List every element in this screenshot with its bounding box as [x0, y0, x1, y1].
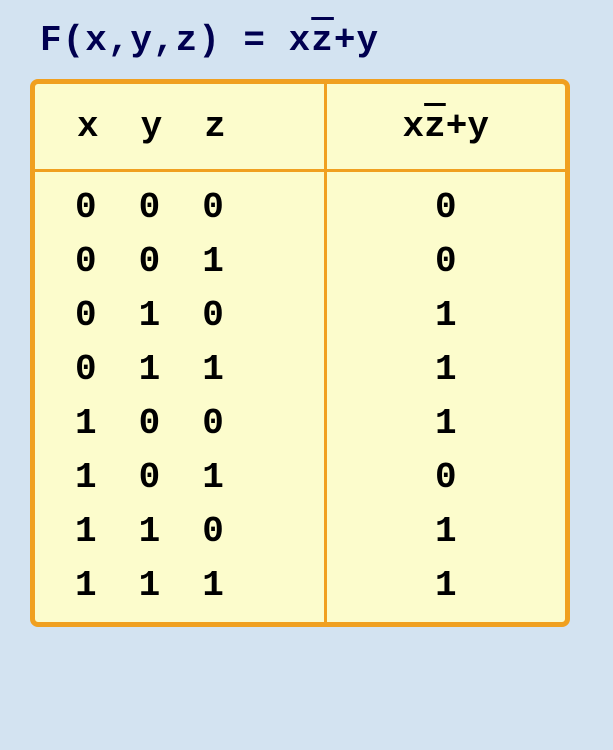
cell-value: 1	[202, 352, 224, 388]
cell-value: 0	[435, 244, 457, 280]
column-y: 0 0 1 1 0 0 1 1	[139, 190, 161, 604]
cell-value: 1	[75, 460, 97, 496]
column-x: 0 0 0 0 1 1 1 1	[75, 190, 97, 604]
truth-table: x y z xz+y 0 0 0 0 1 1 1 1 0 0 1 1	[30, 79, 570, 627]
cell-value: 1	[202, 460, 224, 496]
cell-value: 0	[75, 352, 97, 388]
cell-value: 0	[202, 298, 224, 334]
cell-value: 0	[139, 406, 161, 442]
cell-value: 0	[75, 190, 97, 226]
column-result: 0 0 1 1 1 0 1 1	[327, 190, 566, 604]
cell-value: 1	[75, 406, 97, 442]
cell-value: 1	[75, 568, 97, 604]
cell-value: 0	[435, 460, 457, 496]
table-header-row: x y z xz+y	[35, 84, 565, 172]
cell-value: 0	[139, 190, 161, 226]
header-result-suffix: +y	[446, 106, 489, 147]
cell-value: 0	[75, 298, 97, 334]
cell-value: 0	[75, 244, 97, 280]
header-inputs: x y z	[35, 84, 327, 169]
table-body: 0 0 0 0 1 1 1 1 0 0 1 1 0 0 1 1 0 1	[35, 172, 565, 622]
formula-title: F(x,y,z) = xz+y	[30, 20, 583, 61]
formula-overline-z: z	[311, 20, 334, 61]
cell-value: 1	[139, 568, 161, 604]
cell-value: 0	[435, 190, 457, 226]
header-result-prefix: x	[403, 106, 425, 147]
cell-value: 1	[202, 568, 224, 604]
cell-value: 1	[139, 352, 161, 388]
cell-value: 0	[202, 514, 224, 550]
cell-value: 1	[139, 514, 161, 550]
formula-suffix: +y	[334, 20, 379, 61]
header-z: z	[204, 106, 226, 147]
cell-value: 1	[435, 352, 457, 388]
cell-value: 0	[202, 406, 224, 442]
cell-value: 0	[139, 244, 161, 280]
cell-value: 0	[202, 190, 224, 226]
cell-value: 1	[202, 244, 224, 280]
header-result: xz+y	[327, 84, 566, 169]
cell-value: 1	[75, 514, 97, 550]
cell-value: 0	[139, 460, 161, 496]
cell-value: 1	[435, 514, 457, 550]
header-x: x	[77, 106, 99, 147]
cell-value: 1	[435, 406, 457, 442]
column-z: 0 1 0 1 0 1 0 1	[202, 190, 224, 604]
formula-prefix: F(x,y,z) = x	[40, 20, 311, 61]
cell-value: 1	[435, 568, 457, 604]
result-column: 0 0 1 1 1 0 1 1	[327, 172, 566, 622]
input-columns: 0 0 0 0 1 1 1 1 0 0 1 1 0 0 1 1 0 1	[35, 172, 327, 622]
header-y: y	[141, 106, 163, 147]
cell-value: 1	[139, 298, 161, 334]
cell-value: 1	[435, 298, 457, 334]
header-result-overline: z	[424, 106, 446, 147]
